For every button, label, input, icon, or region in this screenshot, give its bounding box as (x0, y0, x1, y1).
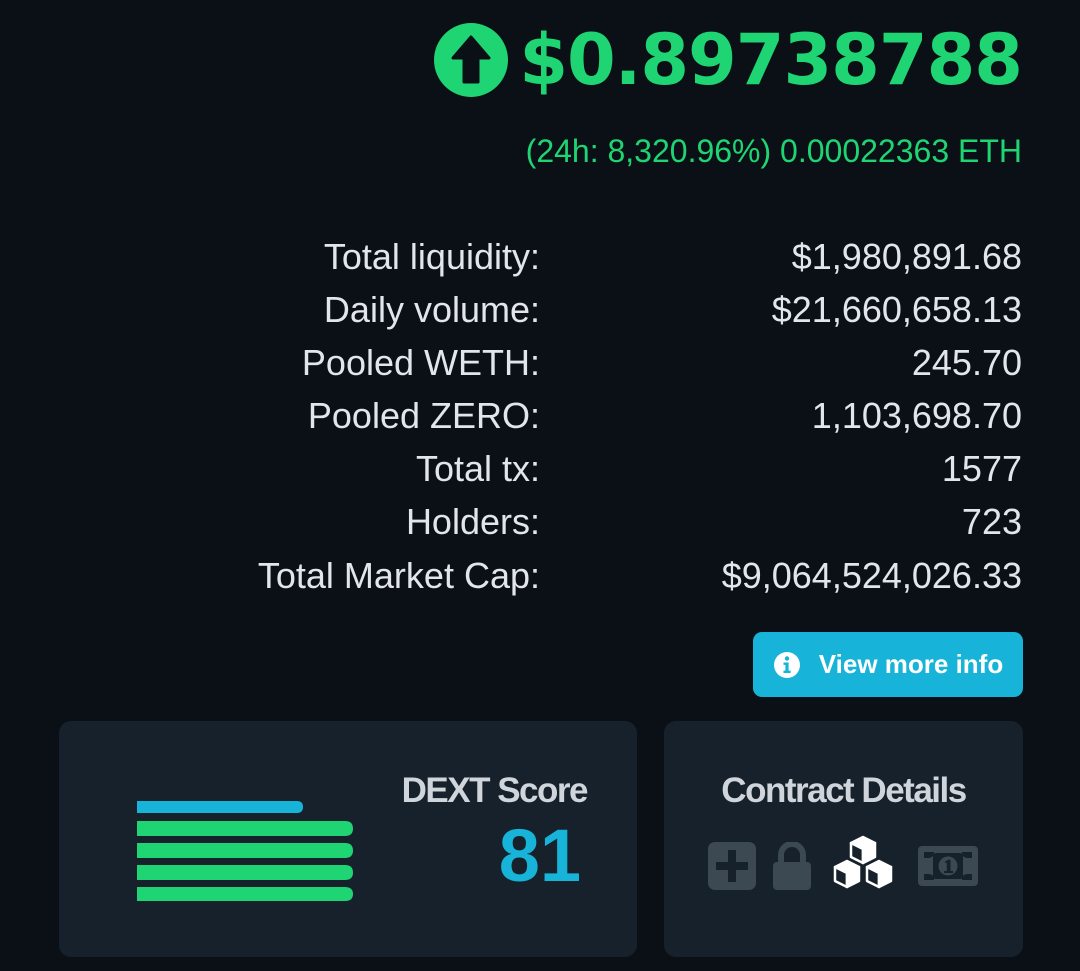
stat-holders: Holders: 723 (0, 497, 1080, 547)
stat-value: $21,660,658.13 (771, 289, 1022, 330)
stat-label: Daily volume: (323, 289, 540, 330)
dext-score-title: DEXT Score (401, 771, 589, 810)
stat-label: Pooled WETH: (301, 342, 540, 383)
dext-score-value: 81 (498, 814, 581, 897)
contract-details-card[interactable]: Contract Details (664, 721, 1023, 957)
lock-icon (773, 842, 811, 890)
stat-label: Total tx: (415, 448, 540, 489)
score-bars-icon (137, 801, 353, 901)
stat-label: Holders: (405, 501, 540, 542)
view-more-info-label: View more info (818, 649, 1004, 679)
price-change-24h: (24h: 8,320.96%) 0.00022363 ETH (525, 133, 1022, 169)
price-header: $0.89738788 (433, 19, 1023, 101)
banknote-icon (918, 846, 978, 886)
stat-total-liquidity: Total liquidity: $1,980,891.68 (0, 232, 1080, 282)
plus-square-icon (708, 842, 756, 890)
stat-total-tx: Total tx: 1577 (0, 444, 1080, 494)
stat-pooled-zero: Pooled ZERO: 1,103,698.70 (0, 391, 1080, 441)
stat-label: Pooled ZERO: (307, 395, 540, 436)
view-more-info-button[interactable]: View more info (753, 632, 1023, 697)
arrow-up-circle-icon (434, 23, 509, 97)
stat-label: Total liquidity: (323, 236, 540, 277)
stat-value: $9,064,524,026.33 (721, 555, 1022, 596)
stat-daily-volume: Daily volume: $21,660,658.13 (0, 285, 1080, 335)
contract-details-title: Contract Details (721, 771, 967, 810)
stat-label: Total Market Cap: (257, 555, 540, 596)
dext-score-card[interactable]: DEXT Score 81 (59, 721, 637, 957)
cubes-icon (833, 835, 893, 889)
stat-value: 1,103,698.70 (811, 395, 1022, 436)
stat-value: 1577 (941, 448, 1022, 489)
token-info-panel: $0.89738788 (24h: 8,320.96%) 0.00022363 … (0, 0, 1080, 971)
stat-pooled-weth: Pooled WETH: 245.70 (0, 338, 1080, 388)
token-price: $0.89738788 (519, 19, 1023, 101)
stat-value: $1,980,891.68 (791, 236, 1022, 277)
stat-total-market-cap: Total Market Cap: $9,064,524,026.33 (0, 551, 1080, 601)
info-icon (773, 651, 800, 678)
stat-value: 723 (961, 501, 1022, 542)
stat-value: 245.70 (911, 342, 1022, 383)
